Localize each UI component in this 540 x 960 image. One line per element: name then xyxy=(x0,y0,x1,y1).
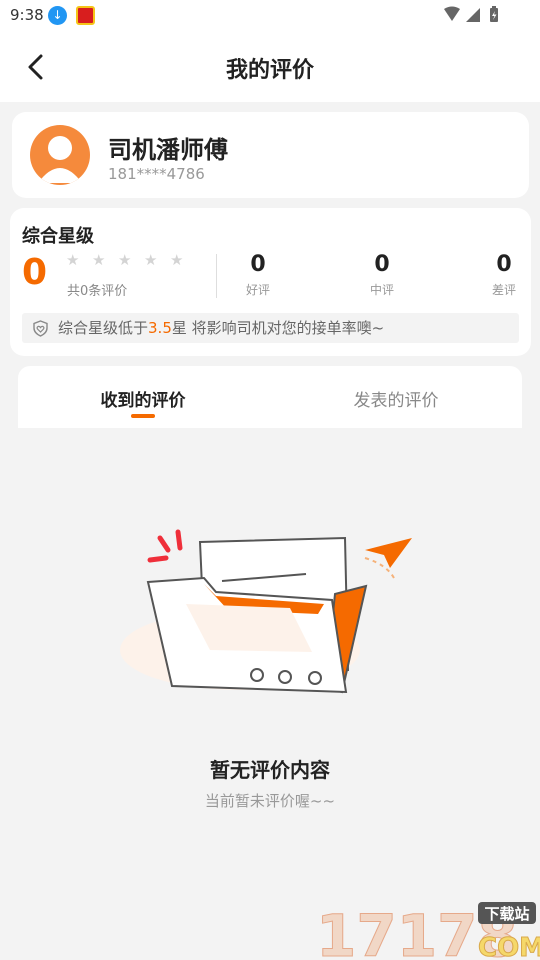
watermark-logo: 17178 下载站 COM xyxy=(316,902,540,960)
active-tab-indicator xyxy=(131,414,155,418)
empty-folder-illustration xyxy=(120,529,412,694)
stat-good-value: 0 xyxy=(250,252,266,277)
star-icon: ★ xyxy=(170,251,184,269)
star-rating: ★ ★ ★ ★ ★ xyxy=(66,250,196,269)
page-title: 我的评价 xyxy=(225,58,314,83)
rating-tip: 综合星级低于3.5星 将影响司机对您的接单率噢~ xyxy=(22,313,519,343)
status-bar: 9:38 ↓ xyxy=(0,0,540,30)
stat-good: 0 好评 xyxy=(242,252,274,298)
driver-info-card: 司机潘师傅 181****4786 xyxy=(12,112,529,198)
app-notification-icon xyxy=(76,6,95,25)
status-time: 9:38 xyxy=(10,6,44,24)
stat-bad-label: 差评 xyxy=(491,283,516,297)
tab-received-reviews[interactable]: 收到的评价 xyxy=(53,386,233,411)
download-notification-icon: ↓ xyxy=(48,6,67,25)
rating-score: 0 xyxy=(22,252,48,293)
stat-bad-value: 0 xyxy=(496,252,512,277)
avatar xyxy=(30,125,90,185)
empty-state-subtitle: 当前暂未评价喔~~ xyxy=(204,792,336,810)
review-count: 共0条评价 xyxy=(67,284,128,299)
watermark-badge: 下载站 xyxy=(484,905,529,923)
star-icon: ★ xyxy=(92,251,106,269)
star-icon: ★ xyxy=(66,251,80,269)
tip-text-after: 星 将影响司机对您的接单率噢~ xyxy=(171,319,385,337)
empty-state-title: 暂无评价内容 xyxy=(210,758,330,782)
person-icon xyxy=(38,136,82,183)
star-icon: ★ xyxy=(144,251,158,269)
stat-neutral-value: 0 xyxy=(374,252,390,277)
divider xyxy=(216,254,217,298)
shield-heart-icon xyxy=(33,320,48,337)
stat-bad: 0 差评 xyxy=(488,252,520,298)
rating-heading: 综合星级 xyxy=(22,226,94,247)
tip-threshold: 3.5 xyxy=(148,319,172,337)
stat-neutral-label: 中评 xyxy=(369,283,394,297)
navigation-bar: 我的评价 xyxy=(0,30,540,102)
tab-posted-reviews[interactable]: 发表的评价 xyxy=(306,386,486,411)
star-icon: ★ xyxy=(118,251,132,269)
watermark-suffix: COM xyxy=(478,933,540,960)
driver-name: 司机潘师傅 xyxy=(108,136,228,164)
stat-good-label: 好评 xyxy=(245,283,270,297)
review-tabs: 收到的评价 发表的评价 xyxy=(18,366,522,428)
rating-summary-card: 综合星级 0 ★ ★ ★ ★ ★ 共0条评价 0 好评 0 中评 0 差评 综合星级低于… xyxy=(10,208,531,356)
driver-phone: 181****4786 xyxy=(108,165,205,183)
stat-neutral: 0 中评 xyxy=(366,252,398,298)
signal-battery-icons xyxy=(444,6,498,22)
tip-text-before: 综合星级低于 xyxy=(58,319,149,337)
